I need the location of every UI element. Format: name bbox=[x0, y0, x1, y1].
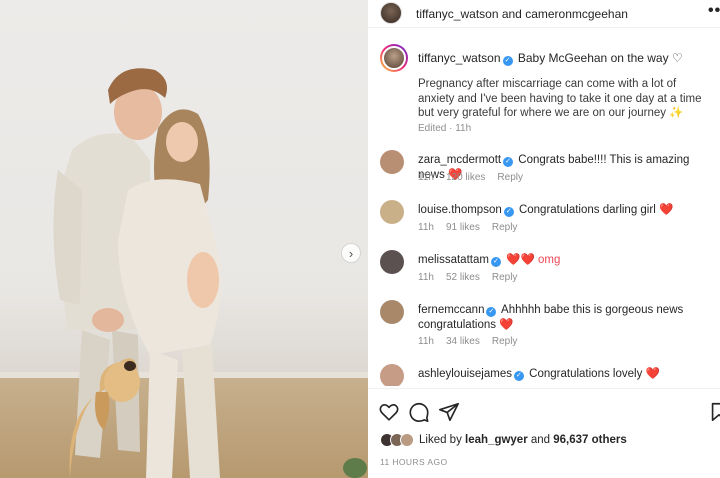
caption-headline: Baby McGeehan on the way ♡ bbox=[517, 51, 683, 65]
photo-illustration bbox=[53, 68, 367, 478]
comment-username[interactable]: ashleylouisejames bbox=[418, 368, 512, 380]
next-photo-button[interactable]: › bbox=[341, 243, 361, 263]
comment-meta: 11h 120 likes Reply bbox=[418, 172, 535, 183]
likes-summary: Liked by leah_gwyer and 96,637 others bbox=[380, 433, 627, 447]
authors-joiner: and bbox=[498, 7, 526, 21]
verified-badge-icon: ✓ bbox=[503, 207, 514, 217]
comment-username[interactable]: melissatattam bbox=[418, 254, 489, 266]
comment-text: ashleylouisejames ✓ Congratulations lovel… bbox=[418, 367, 708, 382]
collab-authors: tiffanyc_watson and cameronmcgeehan bbox=[416, 7, 628, 21]
comment-item: louise.thompson ✓ Congratulations darling… bbox=[380, 200, 710, 244]
comment-text: fernemccann ✓ Ahhhhh babe this is gorgeou… bbox=[418, 303, 708, 332]
comment-avatar[interactable] bbox=[380, 364, 404, 386]
author-username-1[interactable]: tiffanyc_watson bbox=[416, 7, 499, 21]
likes-joiner: and bbox=[527, 434, 554, 446]
comment-likes[interactable]: 91 likes bbox=[446, 222, 480, 233]
caption-username[interactable]: tiffanyc_watson bbox=[418, 51, 501, 65]
comment-meta: 11h 34 likes Reply bbox=[418, 336, 529, 347]
comment-icon[interactable] bbox=[408, 401, 430, 423]
comment-likes[interactable]: 34 likes bbox=[446, 336, 480, 347]
comment-time: 11h bbox=[418, 172, 434, 183]
likes-user[interactable]: leah_gwyer bbox=[465, 434, 528, 446]
bookmark-icon[interactable] bbox=[708, 401, 720, 423]
comment-avatar[interactable] bbox=[380, 250, 404, 274]
heart-emoji-icon: ❤️ bbox=[645, 368, 660, 380]
liker-avatar[interactable] bbox=[400, 433, 414, 447]
verified-badge-icon: ✓ bbox=[513, 371, 524, 381]
comment-avatar[interactable] bbox=[380, 300, 404, 324]
comment-reply-button[interactable]: Reply bbox=[492, 336, 518, 347]
comment-username[interactable]: zara_mcdermott bbox=[418, 154, 501, 166]
likes-count[interactable]: 96,637 others bbox=[553, 434, 627, 446]
comment-meta: 11h 91 likes Reply bbox=[418, 222, 529, 233]
heart-emoji-icon: ❤️ bbox=[499, 318, 514, 331]
comment-body: Congratulations darling girl bbox=[518, 204, 656, 216]
comment-meta: 11h 52 likes Reply bbox=[418, 272, 529, 283]
comment-avatar[interactable] bbox=[380, 150, 404, 174]
heart-outline-icon[interactable] bbox=[378, 401, 400, 423]
verified-badge-icon: ✓ bbox=[503, 157, 514, 167]
comment-item: fernemccann ✓ Ahhhhh babe this is gorgeou… bbox=[380, 300, 710, 352]
comment-body: Congratulations lovely bbox=[529, 368, 643, 380]
verified-badge-icon: ✓ bbox=[490, 257, 501, 267]
comment-username[interactable]: fernemccann bbox=[418, 304, 484, 316]
caption-headline-row: tiffanyc_watson ✓ Baby McGeehan on the wa… bbox=[418, 51, 683, 66]
comment-username[interactable]: louise.thompson bbox=[418, 204, 502, 216]
verified-badge-icon: ✓ bbox=[502, 56, 513, 66]
comment-likes[interactable]: 120 likes bbox=[446, 172, 485, 183]
heart-emoji-icon: ❤️❤️ omg bbox=[506, 254, 561, 266]
verified-badge-icon: ✓ bbox=[486, 307, 497, 317]
comment-text: melissatattam ✓ ❤️❤️ omg bbox=[418, 253, 708, 268]
comment-avatar[interactable] bbox=[380, 200, 404, 224]
comment-reply-button[interactable]: Reply bbox=[492, 222, 518, 233]
comment-reply-button[interactable]: Reply bbox=[497, 172, 523, 183]
send-icon[interactable] bbox=[438, 401, 460, 423]
likes-text[interactable]: Liked by leah_gwyer and 96,637 others bbox=[419, 434, 627, 446]
comment-item: zara_mcdermott ✓ Congrats babe!!!! This i… bbox=[380, 150, 710, 194]
comment-reply-button[interactable]: Reply bbox=[492, 272, 518, 283]
heart-emoji-icon: ❤️ bbox=[658, 204, 674, 216]
post-timestamp: 11 HOURS AGO bbox=[380, 457, 448, 467]
post-actions: Liked by leah_gwyer and 96,637 others 11… bbox=[368, 388, 720, 478]
caption-avatar[interactable] bbox=[380, 44, 408, 72]
caption-body: Pregnancy after miscarriage can come wit… bbox=[418, 78, 702, 119]
comment-time: 11h bbox=[418, 336, 434, 347]
comment-time: 11h bbox=[418, 222, 434, 233]
comment-time: 11h bbox=[418, 272, 434, 283]
post-header: tiffanyc_watson and cameronmcgeehan ••• bbox=[368, 0, 720, 28]
comment-text: louise.thompson ✓ Congratulations darling… bbox=[418, 203, 708, 218]
comment-likes[interactable]: 52 likes bbox=[446, 272, 480, 283]
post-photo[interactable]: › bbox=[0, 0, 368, 478]
likes-prefix: Liked by bbox=[419, 434, 466, 446]
author-username-2[interactable]: cameronmcgeehan bbox=[525, 7, 628, 21]
comment-item: ashleylouisejames ✓ Congratulations lovel… bbox=[380, 364, 710, 386]
author-avatar[interactable] bbox=[380, 2, 402, 24]
more-horizontal-icon[interactable]: ••• bbox=[708, 2, 720, 20]
comment-item: melissatattam ✓ ❤️❤️ omg 11h 52 likes Reply bbox=[380, 250, 710, 294]
caption-edited: Edited · 11h bbox=[418, 123, 472, 134]
